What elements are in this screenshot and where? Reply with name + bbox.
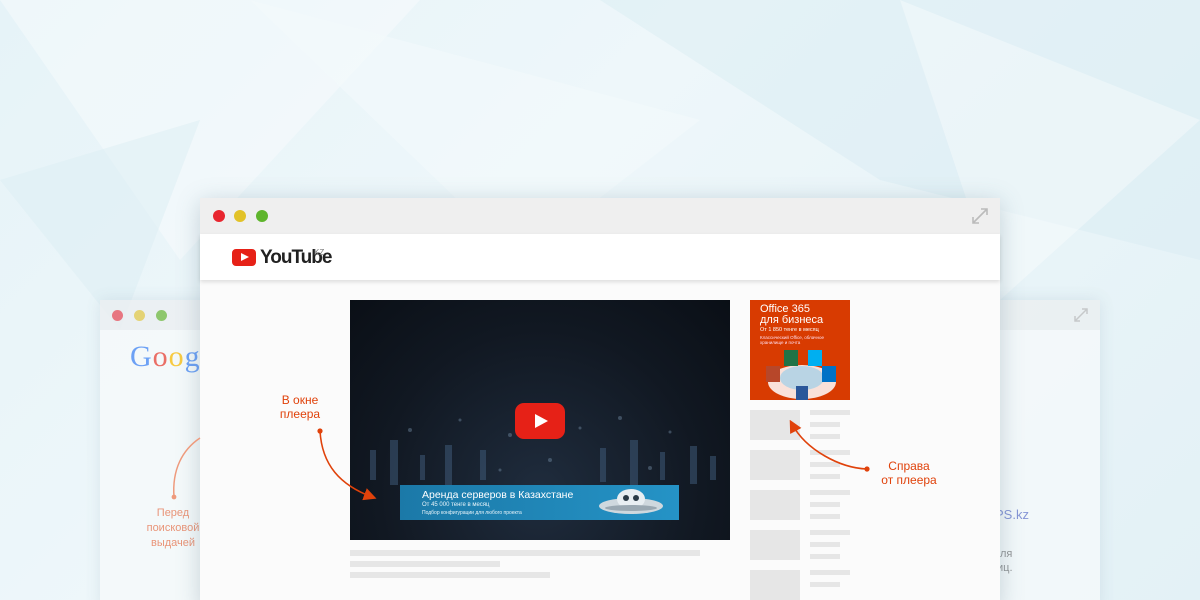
window-titlebar xyxy=(200,198,1000,234)
placeholder-line xyxy=(810,514,840,519)
label-line: плеера xyxy=(279,407,321,421)
maximize-dot-icon xyxy=(156,310,167,321)
banner-subtitle: Подбор конфигурации для любого проекта xyxy=(422,510,522,516)
office-ad-title: Office 365 для бизнеса xyxy=(760,304,823,326)
placeholder-line xyxy=(350,561,500,567)
office-ad-title-line: для бизнеса xyxy=(760,314,824,326)
close-dot-icon[interactable] xyxy=(213,210,225,222)
placeholder-line xyxy=(810,490,850,495)
placeholder-line xyxy=(350,572,550,578)
label-in-player: В окне плеера xyxy=(270,393,330,421)
placeholder-line xyxy=(810,570,850,575)
label-right-of-player: Справа от плеера xyxy=(874,459,944,487)
office-ad-price: От 1 850 тенге в месяц xyxy=(760,327,819,333)
minimize-dot-icon xyxy=(134,310,145,321)
label-line: Справа xyxy=(888,459,930,473)
banner-price: От 45 000 тенге в месяц xyxy=(422,502,490,508)
placeholder-line xyxy=(810,450,850,455)
placeholder-thumbnail xyxy=(750,570,800,600)
ufo-icon xyxy=(599,489,663,514)
placeholder-line xyxy=(810,410,850,415)
placeholder-line xyxy=(810,422,840,427)
side-ad-office[interactable]: Office 365 для бизнеса От 1 850 тенге в … xyxy=(750,300,850,400)
player-banner-ad[interactable]: Аренда серверов в Казахстане От 45 000 т… xyxy=(400,485,679,520)
label-line: от плеера xyxy=(881,473,937,487)
placeholder-line xyxy=(810,530,850,535)
play-button[interactable] xyxy=(515,403,565,439)
label-before-search: Перед поисковой выдачей xyxy=(138,506,208,551)
label-line: поисковой xyxy=(146,522,200,534)
label-line: выдачей xyxy=(150,537,196,549)
placeholder-line xyxy=(810,542,840,547)
youtube-play-icon[interactable] xyxy=(232,249,256,266)
label-line: Перед xyxy=(156,507,190,519)
label-line: В окне xyxy=(281,393,319,407)
placeholder-thumbnail xyxy=(750,530,800,560)
office-ad-details: Классический Office, облачное хранилище … xyxy=(760,335,825,345)
banner-title: Аренда серверов в Казахстане xyxy=(422,489,574,501)
pskz-brand-fragment: PS.kz xyxy=(995,507,1029,522)
maximize-dot-icon[interactable] xyxy=(256,210,268,222)
placeholder-line xyxy=(810,554,840,559)
close-dot-icon xyxy=(112,310,123,321)
region-code: KZ xyxy=(314,248,325,257)
placeholder-line xyxy=(350,550,700,556)
expand-icon[interactable] xyxy=(972,208,988,224)
placeholder-line xyxy=(810,582,840,587)
youtube-header: YouTube KZ xyxy=(200,234,1000,280)
placeholder-line xyxy=(810,474,840,479)
office-apps-icon xyxy=(766,350,836,400)
placeholder-line xyxy=(810,434,840,439)
placeholder-line xyxy=(810,502,840,507)
placeholder-thumbnail xyxy=(750,410,800,440)
placeholder-thumbnail xyxy=(750,450,800,480)
expand-icon xyxy=(1074,308,1088,322)
placeholder-thumbnail xyxy=(750,490,800,520)
google-logo: Goog xyxy=(130,340,201,373)
placeholder-line xyxy=(810,462,840,467)
pskz-text-fragment: ля xyxy=(1000,548,1013,560)
video-player[interactable]: Аренда серверов в Казахстане От 45 000 т… xyxy=(350,300,730,540)
minimize-dot-icon[interactable] xyxy=(234,210,246,222)
